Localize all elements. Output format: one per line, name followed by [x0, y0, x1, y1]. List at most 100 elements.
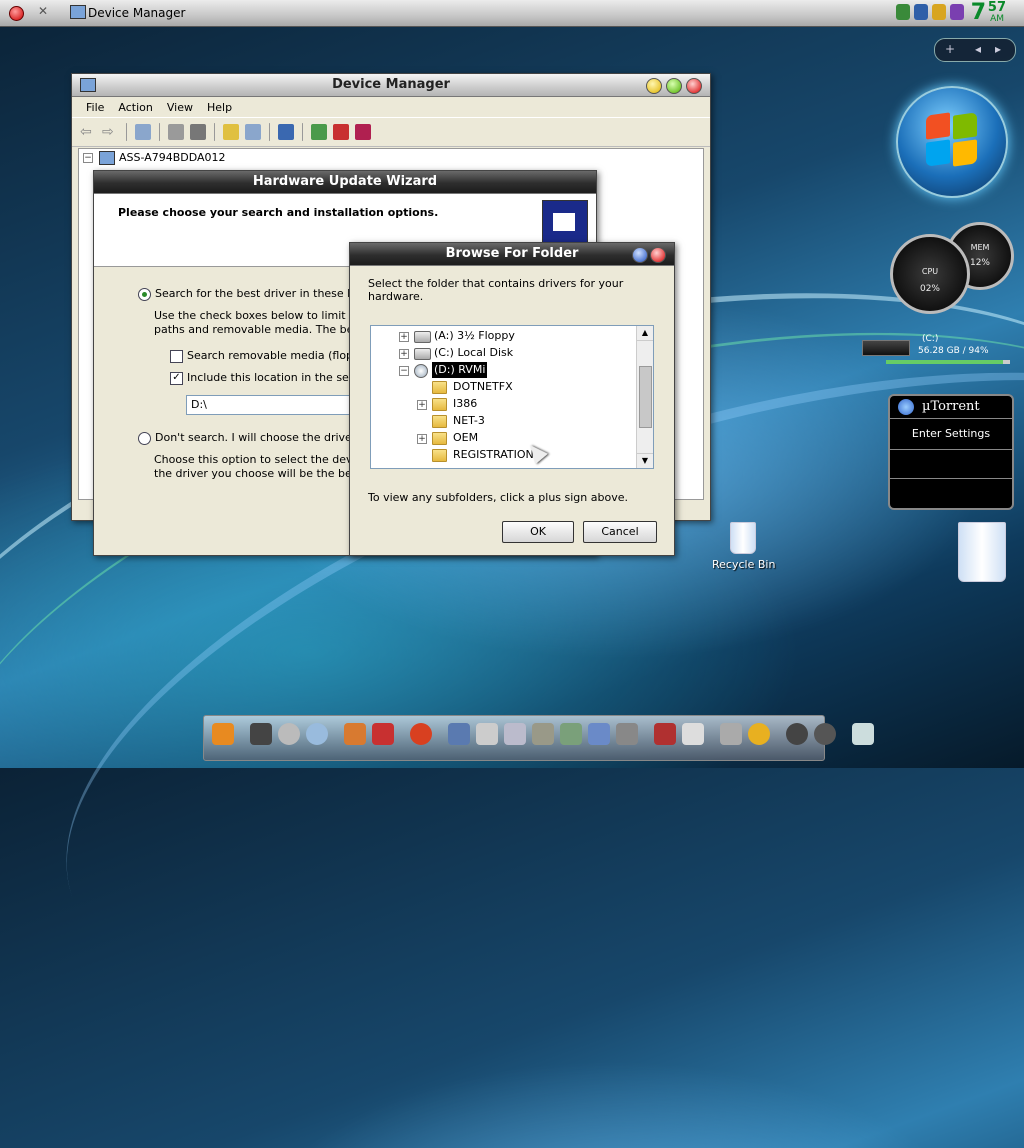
- compass-icon[interactable]: [748, 723, 770, 745]
- media-player-icon[interactable]: [212, 723, 234, 745]
- cancel-button[interactable]: Cancel: [583, 521, 657, 543]
- tree-scrollbar[interactable]: ▲ ▼: [636, 326, 653, 468]
- windows-orb[interactable]: [896, 86, 1008, 198]
- close-icon[interactable]: [9, 6, 24, 21]
- minimize-icon[interactable]: ✕: [38, 4, 48, 18]
- pen-icon[interactable]: [532, 723, 554, 745]
- prev-icon[interactable]: ◂: [975, 42, 981, 56]
- wizard-titlebar[interactable]: Hardware Update Wizard: [94, 171, 596, 194]
- cd-burner-icon[interactable]: [306, 723, 328, 745]
- drive-usage-bar: [886, 360, 1010, 364]
- folder-tree: + (A:) 3½ Floppy + (C:) Local Disk − (D:…: [370, 325, 654, 469]
- dont-search-radio[interactable]: [138, 431, 151, 445]
- recycle-bin-icon[interactable]: [730, 522, 756, 554]
- books-icon[interactable]: [372, 723, 394, 745]
- scroll-down-icon[interactable]: ▼: [637, 453, 653, 468]
- next-icon[interactable]: ▸: [995, 42, 1001, 56]
- menu-action[interactable]: Action: [112, 101, 160, 114]
- menu-view[interactable]: View: [161, 101, 201, 114]
- gauge-cpu-label: CPU: [921, 267, 939, 276]
- help-button[interactable]: [632, 247, 648, 263]
- back-icon[interactable]: ⇦: [80, 124, 96, 140]
- disable-icon[interactable]: [355, 124, 371, 140]
- properties-icon[interactable]: [168, 124, 184, 140]
- computer-icon: [99, 151, 115, 165]
- floppy-drive-icon: [414, 331, 431, 343]
- expand-icon[interactable]: +: [417, 400, 427, 410]
- utorrent-enter-settings[interactable]: Enter Settings: [890, 419, 1012, 450]
- tree-item-label: (A:) 3½ Floppy: [434, 329, 515, 342]
- scroll-up-icon[interactable]: ▲: [637, 326, 653, 341]
- wizard-title: Hardware Update Wizard: [252, 174, 438, 189]
- clapboard-icon[interactable]: [250, 723, 272, 745]
- tree-item-oem[interactable]: + OEM: [371, 430, 633, 446]
- tree-item-i386[interactable]: + I386: [371, 396, 633, 412]
- settings-icon[interactable]: [720, 723, 742, 745]
- add-icon[interactable]: +: [945, 42, 955, 56]
- hardware-wizard-icon: [542, 200, 588, 246]
- tree-item-local-disk[interactable]: + (C:) Local Disk: [371, 345, 633, 361]
- maximize-button[interactable]: [666, 78, 682, 94]
- chart-icon[interactable]: [588, 723, 610, 745]
- ok-button[interactable]: OK: [502, 521, 574, 543]
- menu-help[interactable]: Help: [201, 101, 240, 114]
- dont-search-option[interactable]: Don't search. I will choose the driver t…: [138, 431, 384, 445]
- volume-icon[interactable]: [950, 4, 964, 20]
- tree-item-dotnetfx[interactable]: DOTNETFX: [371, 379, 633, 395]
- menu-file[interactable]: File: [80, 101, 112, 114]
- sidebar-recycle-bin-icon[interactable]: [958, 522, 1006, 582]
- expand-icon[interactable]: +: [399, 332, 409, 342]
- computer-name[interactable]: ASS-A794BDDA012: [119, 151, 226, 164]
- tree-item-label: (C:) Local Disk: [434, 346, 514, 359]
- collapse-icon[interactable]: −: [83, 153, 93, 163]
- browse-titlebar[interactable]: Browse For Folder: [350, 243, 674, 266]
- skype-icon[interactable]: [914, 4, 928, 20]
- logoff-icon[interactable]: [814, 723, 836, 745]
- scan-hardware-icon[interactable]: [278, 124, 294, 140]
- computer-icon: [80, 78, 96, 92]
- cpu-gauge[interactable]: CPU 02%: [890, 234, 970, 314]
- tree-item-label: (D:) RVMi: [432, 362, 488, 378]
- uninstall-icon[interactable]: [333, 124, 349, 140]
- scroll-thumb[interactable]: [639, 366, 652, 428]
- tree-item-label: I386: [453, 397, 478, 410]
- calculator-icon[interactable]: [616, 723, 638, 745]
- print-icon[interactable]: [190, 124, 206, 140]
- help-icon[interactable]: [223, 124, 239, 140]
- show-hide-icon[interactable]: [245, 124, 261, 140]
- minimize-button[interactable]: [646, 78, 662, 94]
- tree-item-registration[interactable]: REGISTRATION: [371, 447, 633, 463]
- sheet-icon[interactable]: [560, 723, 582, 745]
- search-best-radio[interactable]: [138, 287, 151, 301]
- collapse-icon[interactable]: −: [399, 366, 409, 376]
- tree-item-rvmi[interactable]: − (D:) RVMi: [371, 362, 633, 378]
- include-location-option[interactable]: ✓ Include this location in the search:: [170, 371, 377, 385]
- paint-icon[interactable]: [344, 723, 366, 745]
- device-manager-titlebar[interactable]: Device Manager: [72, 74, 710, 97]
- expand-icon[interactable]: +: [399, 349, 409, 359]
- drive-gadget[interactable]: (C:) 56.28 GB / 94%: [862, 332, 1012, 366]
- tree-item-floppy[interactable]: + (A:) 3½ Floppy: [371, 328, 633, 344]
- close-button[interactable]: [686, 78, 702, 94]
- nero-icon[interactable]: [410, 723, 432, 745]
- expand-icon[interactable]: +: [417, 434, 427, 444]
- window-icon[interactable]: [682, 723, 704, 745]
- removable-media-checkbox[interactable]: [170, 349, 183, 363]
- network-icon[interactable]: [896, 4, 910, 20]
- trash-icon[interactable]: [852, 723, 874, 745]
- document-icon[interactable]: [476, 723, 498, 745]
- tree-item-net3[interactable]: NET-3: [371, 413, 633, 429]
- tools-icon[interactable]: [654, 723, 676, 745]
- monitor-icon[interactable]: [448, 723, 470, 745]
- security-icon[interactable]: [932, 4, 946, 20]
- forward-icon[interactable]: ⇨: [102, 124, 118, 140]
- include-location-checkbox[interactable]: ✓: [170, 371, 183, 385]
- power-icon[interactable]: [786, 723, 808, 745]
- flash-icon[interactable]: [278, 723, 300, 745]
- update-driver-icon[interactable]: [311, 124, 327, 140]
- location-input[interactable]: D:\: [186, 395, 372, 415]
- console-tree-icon[interactable]: [135, 124, 151, 140]
- close-button[interactable]: [650, 247, 666, 263]
- recycle-bin-label[interactable]: Recycle Bin: [712, 558, 775, 571]
- notepad-icon[interactable]: [504, 723, 526, 745]
